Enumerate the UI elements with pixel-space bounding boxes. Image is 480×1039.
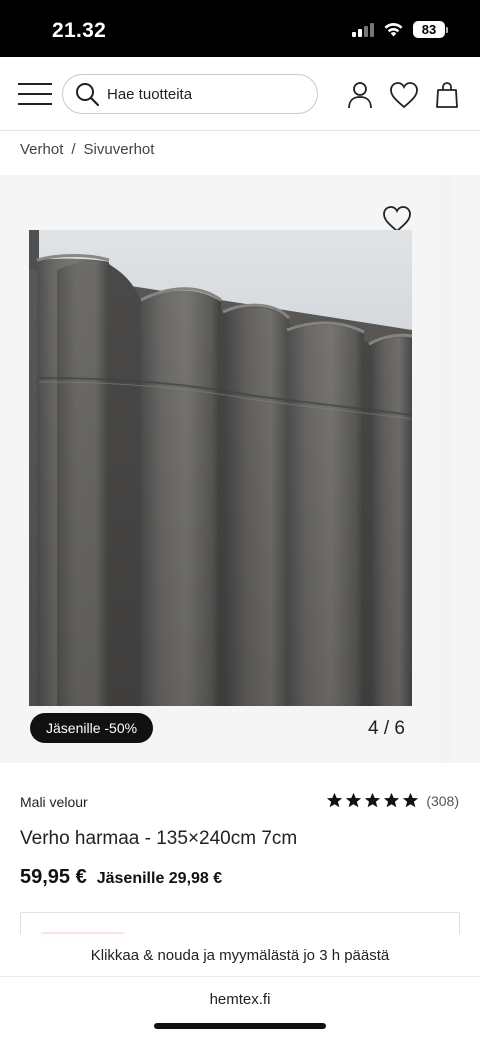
browser-url[interactable]: hemtex.fi xyxy=(0,991,480,1008)
cellular-signal-icon xyxy=(352,23,374,37)
product-image xyxy=(29,230,412,706)
member-discount-badge: Jäsenille -50% xyxy=(30,713,154,743)
product-brand[interactable]: Mali velour xyxy=(20,794,88,810)
home-indicator xyxy=(154,1023,326,1029)
breadcrumb-link-sivuverhot[interactable]: Sivuverhot xyxy=(84,141,155,158)
gallery-slide[interactable]: Jäsenille -50% 4 / 6 xyxy=(0,175,441,763)
product-gallery[interactable]: Jäsenille -50% 4 / 6 xyxy=(0,175,480,763)
menu-icon[interactable] xyxy=(16,81,54,107)
search-input[interactable]: Hae tuotteita xyxy=(62,74,318,114)
price-row: 59,95 € Jäsenille 29,98 € xyxy=(20,866,222,889)
account-icon[interactable] xyxy=(346,81,374,109)
search-placeholder: Hae tuotteita xyxy=(107,85,193,103)
product-price: 59,95 € xyxy=(20,866,87,888)
status-time: 21.32 xyxy=(52,19,107,42)
wifi-icon xyxy=(384,22,403,37)
status-icons: 83 xyxy=(352,21,448,38)
search-icon xyxy=(76,83,99,106)
breadcrumb-separator: / xyxy=(71,141,76,158)
star-icon xyxy=(365,792,381,808)
status-bar: 21.32 83 xyxy=(0,0,480,57)
browser-url-bar[interactable]: hemtex.fi xyxy=(0,976,480,1039)
breadcrumb: Verhot / Sivuverhot xyxy=(20,141,154,158)
next-slide-peek[interactable] xyxy=(451,175,480,763)
star-icon xyxy=(384,792,400,808)
star-icon xyxy=(403,792,419,808)
gallery-counter: 4 / 6 xyxy=(368,718,405,739)
rating-count: (308) xyxy=(426,792,459,809)
battery-icon: 83 xyxy=(413,21,448,38)
click-and-collect-banner[interactable]: Klikkaa & nouda ja myymälästä jo 3 h pää… xyxy=(0,934,480,976)
product-rating[interactable]: (308) xyxy=(326,792,459,809)
product-title: Verho harmaa - 135×240cm 7cm xyxy=(20,828,298,849)
favorite-heart-icon[interactable] xyxy=(382,205,412,233)
breadcrumb-link-verhot[interactable]: Verhot xyxy=(20,141,63,158)
member-price: Jäsenille 29,98 € xyxy=(96,870,223,887)
star-icon xyxy=(327,792,343,808)
shopping-bag-icon[interactable] xyxy=(434,81,460,109)
battery-level: 83 xyxy=(413,21,445,38)
star-icon xyxy=(346,792,362,808)
wishlist-icon[interactable] xyxy=(389,81,419,109)
site-header: Hae tuotteita xyxy=(0,57,480,131)
